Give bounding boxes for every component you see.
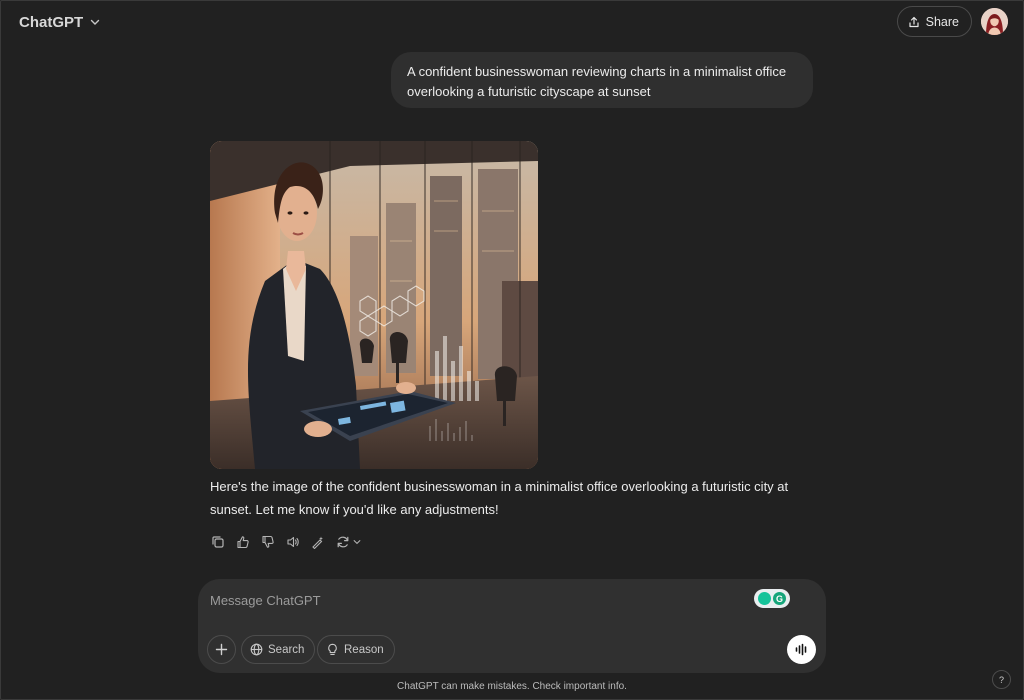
voice-mode-button[interactable]: [787, 635, 816, 664]
globe-icon: [250, 643, 263, 656]
share-icon: [909, 16, 919, 27]
disclaimer-text: ChatGPT can make mistakes. Check importa…: [397, 681, 627, 692]
chevron-down-icon: [353, 540, 361, 545]
regenerate-icon: [337, 536, 349, 548]
search-button[interactable]: Search: [241, 635, 316, 664]
reason-button[interactable]: Reason: [317, 635, 395, 664]
businesswoman-cityscape-image: [210, 141, 538, 469]
voice-waveform-icon: [795, 643, 807, 656]
reason-label: Reason: [344, 643, 384, 656]
assistant-message: Here's the image of the confident busine…: [210, 479, 789, 517]
edit-image-icon[interactable]: [310, 534, 326, 550]
share-button[interactable]: Share: [896, 6, 972, 37]
model-switcher[interactable]: ChatGPT: [12, 8, 108, 36]
model-name: ChatGPT: [19, 13, 84, 31]
grammarly-widget[interactable]: G: [754, 589, 790, 608]
read-aloud-icon[interactable]: [285, 534, 301, 550]
search-label: Search: [268, 643, 305, 656]
share-label: Share: [925, 14, 959, 29]
message-input[interactable]: [210, 590, 730, 610]
grammarly-logo-icon: G: [773, 592, 786, 605]
attach-button[interactable]: [207, 635, 236, 664]
chevron-down-icon: [90, 19, 100, 25]
user-avatar-icon: [981, 8, 1008, 35]
avatar[interactable]: [981, 8, 1008, 35]
user-message: A confident businesswoman reviewing char…: [391, 52, 813, 108]
grammarly-bulb-icon: [758, 592, 771, 605]
message-actions: [210, 532, 363, 552]
help-button[interactable]: ?: [992, 670, 1011, 689]
lightbulb-icon: [328, 643, 337, 656]
copy-icon[interactable]: [210, 534, 226, 550]
thumbs-down-icon[interactable]: [260, 534, 276, 550]
regenerate-button[interactable]: [335, 534, 363, 550]
generated-image[interactable]: [210, 141, 538, 469]
plus-icon: [215, 643, 228, 656]
message-composer: G Search Reason: [198, 579, 826, 673]
thumbs-up-icon[interactable]: [235, 534, 251, 550]
